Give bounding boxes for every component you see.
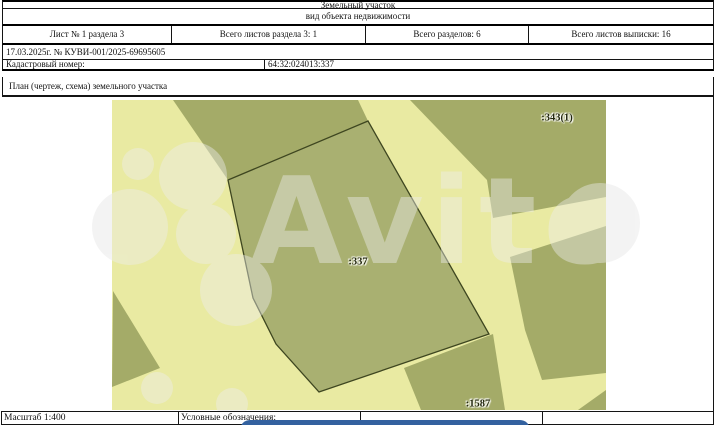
cadastral-map: :343(1) :337 :1587 (112, 100, 606, 410)
plan-title: План (чертеж, схема) земельного участка (9, 82, 167, 91)
object-type-subtitle: вид объекта недвижимости (306, 12, 410, 21)
object-type-subtitle-row: вид объекта недвижимости (2, 9, 714, 26)
sheet-info-row: Лист № 1 раздела 3 Всего листов раздела … (2, 26, 714, 45)
parcel-1587-label: :1587 (466, 399, 491, 410)
document-right-border (713, 96, 714, 411)
cadastral-number-row: Кадастровый номер: 64:32:024013:337 (2, 60, 714, 71)
parcel-337-label: :337 (348, 257, 367, 268)
plan-title-row: План (чертеж, схема) земельного участка (2, 77, 714, 96)
extract-sheets-cell: Всего листов выписки: 16 (529, 26, 713, 43)
object-type-row: Земельный участок (2, 0, 714, 9)
registration-number: 17.03.2025г. № КУВИ-001/2025-69695605 (6, 48, 165, 57)
plan-row-divider (2, 96, 714, 97)
scale-cell: Масштаб 1:400 (2, 412, 179, 424)
footer-empty-cell-2 (543, 412, 713, 424)
cadastral-map-drawing (112, 100, 606, 410)
blue-button-top-edge[interactable] (240, 420, 530, 425)
section-sheets-cell: Всего листов раздела 3: 1 (172, 26, 366, 43)
sheet-number-cell: Лист № 1 раздела 3 (3, 26, 172, 43)
parcel-343-label: :343(1) (541, 113, 573, 124)
cadastral-extract-page: Земельный участок вид объекта недвижимос… (0, 0, 720, 425)
total-sections-cell: Всего разделов: 6 (366, 26, 529, 43)
registration-number-row: 17.03.2025г. № КУВИ-001/2025-69695605 (2, 45, 714, 60)
cadastral-number-label: Кадастровый номер: (3, 60, 265, 69)
cadastral-number-value: 64:32:024013:337 (265, 60, 713, 69)
